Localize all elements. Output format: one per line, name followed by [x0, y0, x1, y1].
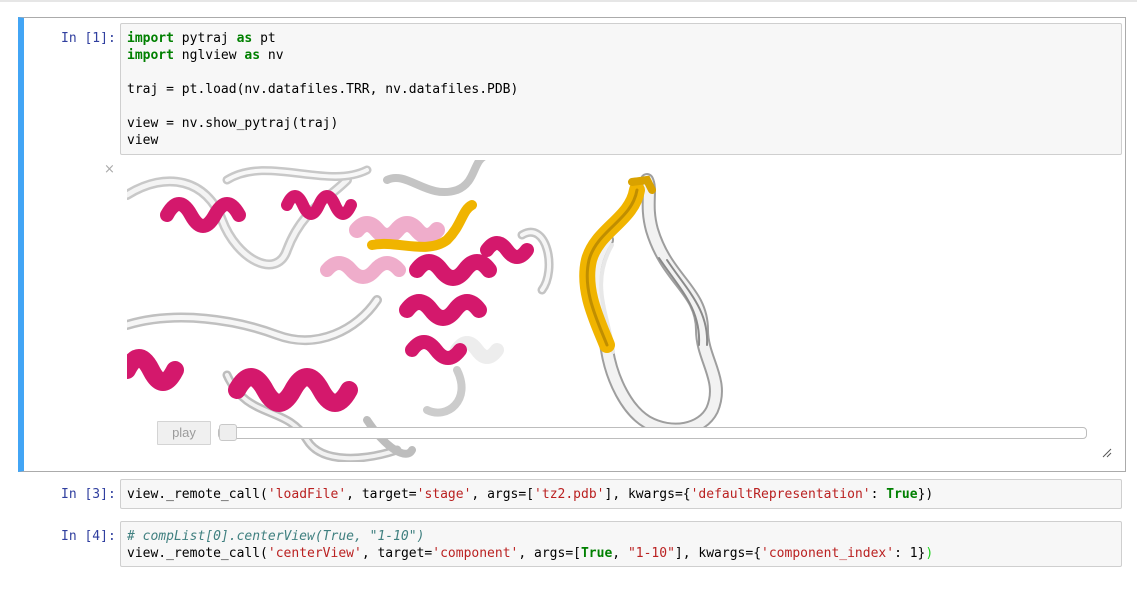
code-token: 'tz2.pdb' — [534, 487, 605, 502]
code-token: import — [127, 31, 174, 46]
code-line: import pytraj as pt — [127, 30, 518, 47]
code-token: , target= — [346, 487, 417, 502]
code-token: , args=[ — [471, 487, 535, 502]
code-token: : 1} — [894, 546, 926, 561]
code-line: view._remote_call('loadFile', target='st… — [127, 486, 933, 503]
code-token: 'loadFile' — [267, 487, 347, 502]
code-line: import nglview as nv — [127, 47, 518, 64]
code-token: True — [580, 546, 613, 561]
code-token: : — [870, 487, 887, 502]
code-token: 'defaultRepresentation' — [690, 487, 871, 502]
code-token: # compList[0].centerView(True, "1-10") — [127, 529, 425, 544]
protein-structure-render — [127, 160, 723, 462]
code-token: 'component' — [432, 546, 519, 561]
code-token: traj = pt.load(nv.datafiles.TRR, nv.data… — [127, 82, 519, 97]
code-token: 'component_index' — [761, 546, 895, 561]
code-token: , target= — [361, 546, 433, 561]
cell-4-input[interactable]: # compList[0].centerView(True, "1-10") vi… — [120, 521, 1122, 567]
molecule-viewer[interactable] — [127, 160, 727, 462]
code-token: ], kwargs={ — [604, 487, 691, 502]
code-line: # compList[0].centerView(True, "1-10") — [127, 528, 933, 545]
cell-1-code[interactable]: import pytraj as pt import nglview as nv t… — [127, 30, 518, 149]
cell-1-prompt: In [1]: — [61, 31, 116, 46]
code-token: pt — [252, 31, 276, 46]
play-button[interactable]: play — [157, 421, 211, 445]
toolbar-divider — [0, 0, 1137, 2]
code-token: view._remote_call( — [127, 546, 268, 561]
resize-handle-icon[interactable] — [1100, 446, 1112, 458]
code-line: view._remote_call('centerView', target='… — [127, 545, 933, 562]
cell-4-prompt: In [4]: — [61, 529, 116, 544]
code-line: traj = pt.load(nv.datafiles.TRR, nv.data… — [127, 81, 518, 98]
code-token: import — [127, 48, 174, 63]
code-token: 'centerView' — [267, 546, 362, 561]
code-token: ) — [925, 546, 934, 561]
code-token: nv — [260, 48, 284, 63]
cell-1-input[interactable]: import pytraj as pt import nglview as nv t… — [120, 23, 1122, 155]
code-token: as — [244, 48, 261, 63]
code-token: as — [236, 31, 253, 46]
code-token: view — [127, 133, 159, 148]
code-token: True — [886, 487, 918, 502]
code-token: , — [612, 546, 628, 561]
code-token: view._remote_call( — [127, 487, 268, 502]
code-token: }) — [917, 487, 934, 502]
cell-3-input[interactable]: view._remote_call('loadFile', target='st… — [120, 479, 1122, 509]
frame-slider[interactable] — [218, 427, 1087, 439]
code-line: view — [127, 132, 518, 149]
cell-3-code[interactable]: view._remote_call('loadFile', target='st… — [127, 486, 933, 503]
frame-slider-handle[interactable] — [219, 424, 237, 441]
code-line: view = nv.show_pytraj(traj) — [127, 115, 518, 132]
code-token: pytraj — [173, 31, 237, 46]
code-token: 'stage' — [416, 487, 472, 502]
code-token: , args=[ — [518, 546, 581, 561]
cell-3-prompt: In [3]: — [61, 487, 116, 502]
code-token: "1-10" — [627, 546, 675, 561]
code-token: view = nv.show_pytraj(traj) — [127, 116, 339, 131]
cell-4-code[interactable]: # compList[0].centerView(True, "1-10") vi… — [127, 528, 933, 562]
close-icon[interactable]: × — [104, 162, 115, 177]
code-token: ], kwargs={ — [674, 546, 762, 561]
code-token: nglview — [173, 48, 245, 63]
